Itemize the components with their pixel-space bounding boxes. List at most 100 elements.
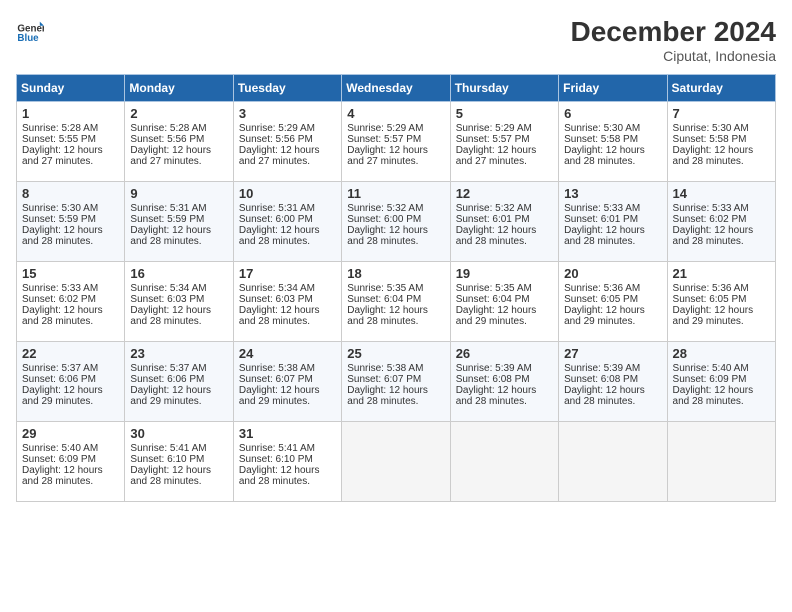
day-number: 4 — [347, 106, 444, 121]
table-row: 11Sunrise: 5:32 AMSunset: 6:00 PMDayligh… — [342, 182, 450, 262]
sunset-label: Sunset: 6:07 PM — [239, 374, 313, 385]
table-row: 25Sunrise: 5:38 AMSunset: 6:07 PMDayligh… — [342, 342, 450, 422]
header-friday: Friday — [559, 75, 667, 102]
logo: General Blue — [16, 16, 44, 44]
sunrise-label: Sunrise: 5:36 AM — [564, 283, 640, 294]
table-row: 18Sunrise: 5:35 AMSunset: 6:04 PMDayligh… — [342, 262, 450, 342]
sunset-label: Sunset: 6:02 PM — [22, 294, 96, 305]
table-row: 22Sunrise: 5:37 AMSunset: 6:06 PMDayligh… — [17, 342, 125, 422]
sunrise-label: Sunrise: 5:29 AM — [347, 123, 423, 134]
table-row: 23Sunrise: 5:37 AMSunset: 6:06 PMDayligh… — [125, 342, 233, 422]
day-number: 13 — [564, 186, 661, 201]
sunrise-label: Sunrise: 5:28 AM — [22, 123, 98, 134]
daylight-label: Daylight: 12 hours and 28 minutes. — [347, 305, 428, 327]
sunrise-label: Sunrise: 5:39 AM — [456, 363, 532, 374]
day-number: 2 — [130, 106, 227, 121]
table-row: 2Sunrise: 5:28 AMSunset: 5:56 PMDaylight… — [125, 102, 233, 182]
header-saturday: Saturday — [667, 75, 775, 102]
calendar-week-row: 15Sunrise: 5:33 AMSunset: 6:02 PMDayligh… — [17, 262, 776, 342]
sunrise-label: Sunrise: 5:37 AM — [130, 363, 206, 374]
sunset-label: Sunset: 6:06 PM — [22, 374, 96, 385]
daylight-label: Daylight: 12 hours and 27 minutes. — [456, 145, 537, 167]
sunset-label: Sunset: 6:08 PM — [564, 374, 638, 385]
table-row: 28Sunrise: 5:40 AMSunset: 6:09 PMDayligh… — [667, 342, 775, 422]
sunset-label: Sunset: 6:01 PM — [456, 214, 530, 225]
day-number: 21 — [673, 266, 770, 281]
daylight-label: Daylight: 12 hours and 27 minutes. — [239, 145, 320, 167]
sunset-label: Sunset: 6:06 PM — [130, 374, 204, 385]
table-row: 20Sunrise: 5:36 AMSunset: 6:05 PMDayligh… — [559, 262, 667, 342]
daylight-label: Daylight: 12 hours and 28 minutes. — [130, 225, 211, 247]
day-number: 31 — [239, 426, 336, 441]
sunrise-label: Sunrise: 5:30 AM — [673, 123, 749, 134]
sunset-label: Sunset: 6:04 PM — [456, 294, 530, 305]
daylight-label: Daylight: 12 hours and 28 minutes. — [130, 305, 211, 327]
daylight-label: Daylight: 12 hours and 29 minutes. — [22, 385, 103, 407]
sunrise-label: Sunrise: 5:40 AM — [22, 443, 98, 454]
sunrise-label: Sunrise: 5:29 AM — [239, 123, 315, 134]
sunrise-label: Sunrise: 5:35 AM — [347, 283, 423, 294]
svg-text:Blue: Blue — [17, 33, 39, 44]
table-row: 27Sunrise: 5:39 AMSunset: 6:08 PMDayligh… — [559, 342, 667, 422]
sunset-label: Sunset: 6:03 PM — [239, 294, 313, 305]
sunset-label: Sunset: 6:00 PM — [239, 214, 313, 225]
daylight-label: Daylight: 12 hours and 28 minutes. — [22, 305, 103, 327]
table-row: 13Sunrise: 5:33 AMSunset: 6:01 PMDayligh… — [559, 182, 667, 262]
day-number: 1 — [22, 106, 119, 121]
table-row: 9Sunrise: 5:31 AMSunset: 5:59 PMDaylight… — [125, 182, 233, 262]
daylight-label: Daylight: 12 hours and 27 minutes. — [130, 145, 211, 167]
daylight-label: Daylight: 12 hours and 29 minutes. — [564, 305, 645, 327]
day-number: 29 — [22, 426, 119, 441]
sunrise-label: Sunrise: 5:41 AM — [239, 443, 315, 454]
table-row: 12Sunrise: 5:32 AMSunset: 6:01 PMDayligh… — [450, 182, 558, 262]
sunset-label: Sunset: 6:09 PM — [22, 454, 96, 465]
day-number: 26 — [456, 346, 553, 361]
sunrise-label: Sunrise: 5:33 AM — [673, 203, 749, 214]
header-thursday: Thursday — [450, 75, 558, 102]
day-number: 3 — [239, 106, 336, 121]
daylight-label: Daylight: 12 hours and 28 minutes. — [22, 465, 103, 487]
day-number: 25 — [347, 346, 444, 361]
calendar-week-row: 22Sunrise: 5:37 AMSunset: 6:06 PMDayligh… — [17, 342, 776, 422]
sunset-label: Sunset: 6:04 PM — [347, 294, 421, 305]
daylight-label: Daylight: 12 hours and 28 minutes. — [673, 385, 754, 407]
calendar-week-row: 1Sunrise: 5:28 AMSunset: 5:55 PMDaylight… — [17, 102, 776, 182]
calendar-week-row: 8Sunrise: 5:30 AMSunset: 5:59 PMDaylight… — [17, 182, 776, 262]
daylight-label: Daylight: 12 hours and 29 minutes. — [130, 385, 211, 407]
sunset-label: Sunset: 5:56 PM — [239, 134, 313, 145]
sunrise-label: Sunrise: 5:28 AM — [130, 123, 206, 134]
daylight-label: Daylight: 12 hours and 28 minutes. — [564, 225, 645, 247]
table-row: 24Sunrise: 5:38 AMSunset: 6:07 PMDayligh… — [233, 342, 341, 422]
sunset-label: Sunset: 6:01 PM — [564, 214, 638, 225]
day-number: 14 — [673, 186, 770, 201]
daylight-label: Daylight: 12 hours and 28 minutes. — [564, 385, 645, 407]
table-row: 3 Sunrise: 5:29 AMSunset: 5:56 PMDaylight… — [233, 102, 341, 182]
sunset-label: Sunset: 6:10 PM — [239, 454, 313, 465]
daylight-label: Daylight: 12 hours and 28 minutes. — [564, 145, 645, 167]
sunrise-label: Sunrise: 5:38 AM — [347, 363, 423, 374]
sunrise-label: Sunrise: 5:36 AM — [673, 283, 749, 294]
sunset-label: Sunset: 5:57 PM — [347, 134, 421, 145]
daylight-label: Daylight: 12 hours and 28 minutes. — [673, 145, 754, 167]
daylight-label: Daylight: 12 hours and 27 minutes. — [347, 145, 428, 167]
daylight-label: Daylight: 12 hours and 28 minutes. — [239, 465, 320, 487]
table-row: 6Sunrise: 5:30 AMSunset: 5:58 PMDaylight… — [559, 102, 667, 182]
sunset-label: Sunset: 5:59 PM — [22, 214, 96, 225]
sunset-label: Sunset: 5:57 PM — [456, 134, 530, 145]
sunset-label: Sunset: 6:02 PM — [673, 214, 747, 225]
sunset-label: Sunset: 6:03 PM — [130, 294, 204, 305]
day-number: 27 — [564, 346, 661, 361]
day-number: 19 — [456, 266, 553, 281]
day-number: 30 — [130, 426, 227, 441]
table-row: 30Sunrise: 5:41 AMSunset: 6:10 PMDayligh… — [125, 422, 233, 502]
sunset-label: Sunset: 6:05 PM — [564, 294, 638, 305]
sunrise-label: Sunrise: 5:40 AM — [673, 363, 749, 374]
table-row: 16Sunrise: 5:34 AMSunset: 6:03 PMDayligh… — [125, 262, 233, 342]
sunrise-label: Sunrise: 5:32 AM — [347, 203, 423, 214]
day-number: 10 — [239, 186, 336, 201]
day-number: 5 — [456, 106, 553, 121]
daylight-label: Daylight: 12 hours and 28 minutes. — [239, 225, 320, 247]
sunset-label: Sunset: 6:05 PM — [673, 294, 747, 305]
sunset-label: Sunset: 6:08 PM — [456, 374, 530, 385]
table-row: 4 Sunrise: 5:29 AMSunset: 5:57 PMDaylight… — [342, 102, 450, 182]
